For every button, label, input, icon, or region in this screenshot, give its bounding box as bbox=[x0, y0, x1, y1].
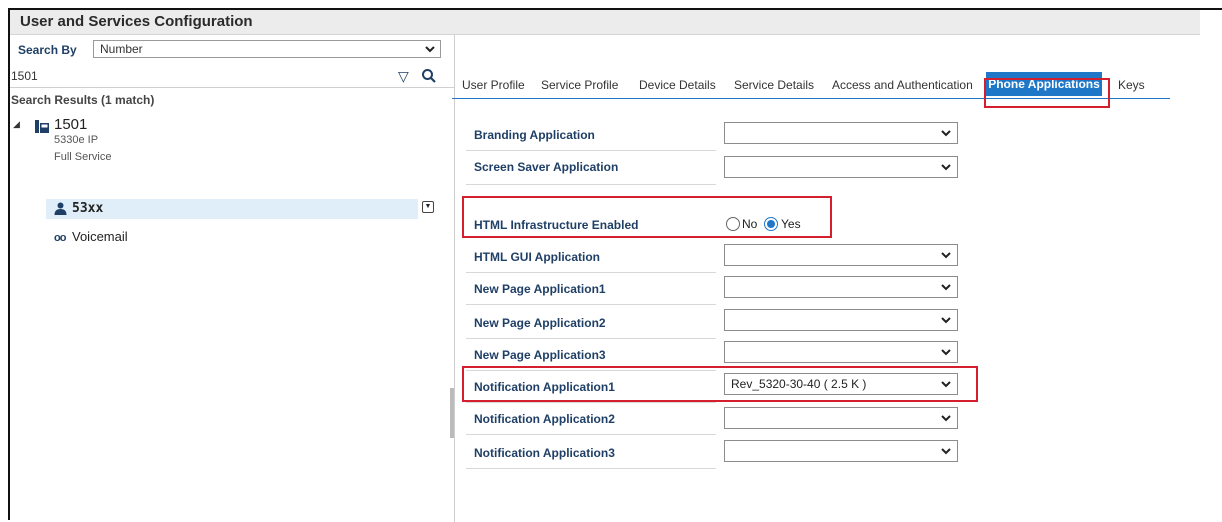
tree-item-user[interactable]: 53xx bbox=[46, 199, 418, 219]
highlight-box bbox=[462, 196, 832, 238]
chevron-down-icon bbox=[941, 349, 951, 356]
row-notif3: Notification Application3 bbox=[466, 436, 716, 469]
notif2-select[interactable] bbox=[724, 407, 958, 429]
chevron-down-icon bbox=[941, 284, 951, 291]
row-screensaver: Screen Saver Application bbox=[466, 150, 716, 185]
voicemail-icon: oo bbox=[54, 232, 66, 244]
user-icon bbox=[54, 202, 67, 215]
highlight-box bbox=[462, 366, 978, 402]
newpage1-select[interactable] bbox=[724, 276, 958, 298]
tree-node-model: 5330e IP bbox=[54, 134, 99, 146]
row-branding: Branding Application bbox=[466, 118, 716, 151]
tab-service-details[interactable]: Service Details bbox=[734, 78, 814, 92]
screensaver-label: Screen Saver Application bbox=[474, 160, 619, 174]
screensaver-select[interactable] bbox=[724, 156, 958, 178]
search-by-value: Number bbox=[100, 42, 143, 56]
tree-node-service: Full Service bbox=[54, 151, 112, 163]
row-newpage2: New Page Application2 bbox=[466, 306, 716, 339]
row-notif2: Notification Application2 bbox=[466, 402, 716, 435]
chevron-down-icon bbox=[941, 164, 951, 171]
tree-node-number[interactable]: 1501 bbox=[54, 116, 87, 133]
tab-access-authentication[interactable]: Access and Authentication bbox=[832, 78, 973, 92]
newpage2-select[interactable] bbox=[724, 309, 958, 331]
branding-label: Branding Application bbox=[474, 128, 595, 142]
row-html-gui: HTML GUI Application bbox=[466, 240, 716, 273]
filter-icon[interactable]: ▽ bbox=[398, 68, 409, 85]
highlight-box bbox=[984, 78, 1110, 108]
newpage1-label: New Page Application1 bbox=[474, 282, 606, 296]
title-bar: User and Services Configuration bbox=[10, 10, 1200, 35]
tab-service-profile[interactable]: Service Profile bbox=[541, 78, 618, 92]
chevron-down-icon bbox=[941, 252, 951, 259]
html-gui-label: HTML GUI Application bbox=[474, 250, 600, 264]
phone-icon bbox=[35, 120, 49, 133]
notif3-select[interactable] bbox=[724, 440, 958, 462]
notif2-label: Notification Application2 bbox=[474, 412, 615, 426]
search-input-value: 1501 bbox=[11, 69, 38, 83]
tab-user-profile[interactable]: User Profile bbox=[462, 78, 525, 92]
search-by-label: Search By bbox=[18, 43, 77, 57]
html-gui-select[interactable] bbox=[724, 244, 958, 266]
chevron-down-icon bbox=[941, 415, 951, 422]
left-pane: Search By Number 1501 ▽ Search Results (… bbox=[10, 35, 454, 522]
chevron-down-icon bbox=[941, 317, 951, 324]
branding-select[interactable] bbox=[724, 122, 958, 144]
search-results-title: Search Results (1 match) bbox=[11, 93, 155, 107]
search-by-select[interactable]: Number bbox=[93, 40, 441, 58]
row-newpage1: New Page Application1 bbox=[466, 272, 716, 305]
newpage3-label: New Page Application3 bbox=[474, 348, 606, 362]
search-input[interactable]: 1501 ▽ bbox=[10, 65, 454, 88]
tab-device-details[interactable]: Device Details bbox=[639, 78, 716, 92]
chevron-down-icon bbox=[941, 130, 951, 137]
window-title: User and Services Configuration bbox=[20, 13, 253, 30]
notif3-label: Notification Application3 bbox=[474, 446, 615, 460]
tab-keys[interactable]: Keys bbox=[1118, 78, 1145, 92]
tree-item-user-label: 53xx bbox=[72, 201, 104, 216]
splitter-grip[interactable] bbox=[450, 388, 454, 438]
newpage2-label: New Page Application2 bbox=[474, 316, 606, 330]
chevron-down-icon bbox=[425, 46, 435, 53]
search-icon[interactable] bbox=[421, 68, 437, 84]
tree-item-voicemail[interactable]: Voicemail bbox=[72, 229, 128, 244]
pane-splitter[interactable] bbox=[454, 35, 455, 522]
expand-arrow-icon[interactable]: ◢ bbox=[13, 119, 20, 130]
chevron-down-icon bbox=[941, 448, 951, 455]
row-menu-icon[interactable]: ▼ bbox=[422, 201, 434, 213]
newpage3-select[interactable] bbox=[724, 341, 958, 363]
